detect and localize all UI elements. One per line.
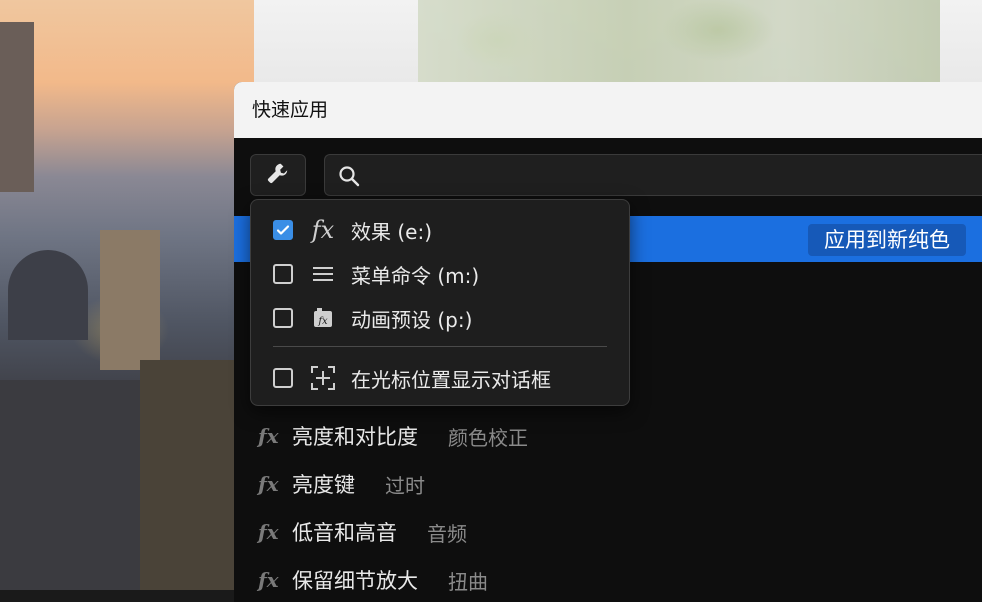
result-name: 亮度和对比度 bbox=[292, 425, 418, 449]
fx-icon: fx bbox=[258, 520, 279, 544]
background-foliage-image bbox=[418, 0, 940, 82]
menu-item-menu-commands[interactable]: 菜单命令 (m:) bbox=[251, 252, 629, 296]
wrench-icon bbox=[265, 160, 291, 190]
window-title: 快速应用 bbox=[234, 82, 982, 138]
result-item[interactable]: fx 保留细节放大 扭曲 bbox=[258, 556, 528, 602]
rooftops-silhouette bbox=[0, 380, 140, 590]
menu-item-label: 在光标位置显示对话框 bbox=[351, 367, 551, 392]
fx-icon: fx bbox=[311, 216, 335, 244]
building-silhouette bbox=[100, 230, 160, 370]
animation-preset-icon: fx bbox=[309, 304, 337, 332]
menu-item-animation-presets[interactable]: fx 动画预设 (p:) bbox=[251, 296, 629, 340]
result-name: 低音和高音 bbox=[292, 521, 397, 545]
search-input[interactable] bbox=[371, 155, 982, 197]
filter-dropdown-menu: fx 效果 (e:) 菜单命令 (m:) fx 动画预设 (p:) 在光标位置显… bbox=[250, 199, 630, 406]
search-icon bbox=[337, 164, 361, 192]
result-category: 过时 bbox=[385, 473, 425, 498]
result-category: 颜色校正 bbox=[448, 425, 528, 450]
result-category: 音频 bbox=[427, 521, 467, 546]
animation-presets-checkbox[interactable] bbox=[273, 308, 293, 328]
menu-item-label: 效果 (e:) bbox=[351, 219, 433, 244]
menu-divider bbox=[273, 346, 607, 347]
tower-silhouette bbox=[0, 22, 34, 192]
menu-commands-checkbox[interactable] bbox=[273, 264, 293, 284]
show-dialog-at-cursor-checkbox[interactable] bbox=[273, 368, 293, 388]
fx-icon: fx bbox=[258, 472, 279, 496]
result-name: 亮度键 bbox=[292, 473, 355, 497]
dome-silhouette bbox=[8, 250, 88, 340]
menu-lines-icon bbox=[309, 260, 337, 288]
fx-icon: fx bbox=[258, 568, 279, 592]
result-item[interactable]: fx 低音和高音 音频 bbox=[258, 508, 528, 556]
result-name: 保留细节放大 bbox=[292, 569, 418, 593]
result-category: 扭曲 bbox=[448, 569, 488, 594]
menu-item-effects[interactable]: fx 效果 (e:) bbox=[251, 208, 629, 252]
apply-to-new-solid-button[interactable]: 应用到新纯色 bbox=[808, 224, 966, 256]
menu-item-show-dialog-at-cursor[interactable]: 在光标位置显示对话框 bbox=[251, 356, 629, 400]
result-item[interactable]: fx 亮度和对比度 颜色校正 bbox=[258, 412, 528, 460]
svg-text:fx: fx bbox=[317, 316, 328, 327]
search-box[interactable] bbox=[324, 154, 982, 197]
effects-checkbox[interactable] bbox=[273, 220, 293, 240]
menu-item-label: 动画预设 (p:) bbox=[351, 307, 473, 332]
toolbar bbox=[234, 138, 982, 204]
cursor-position-icon bbox=[309, 364, 337, 392]
results-list: fx 亮度和对比度 颜色校正 fx 亮度键 过时 fx 低音和高音 音频 fx … bbox=[258, 412, 528, 602]
filter-settings-button[interactable] bbox=[250, 154, 306, 196]
result-item[interactable]: fx 亮度键 过时 bbox=[258, 460, 528, 508]
menu-item-label: 菜单命令 (m:) bbox=[351, 263, 480, 288]
background-photo bbox=[0, 0, 254, 590]
fx-icon: fx bbox=[258, 424, 279, 448]
